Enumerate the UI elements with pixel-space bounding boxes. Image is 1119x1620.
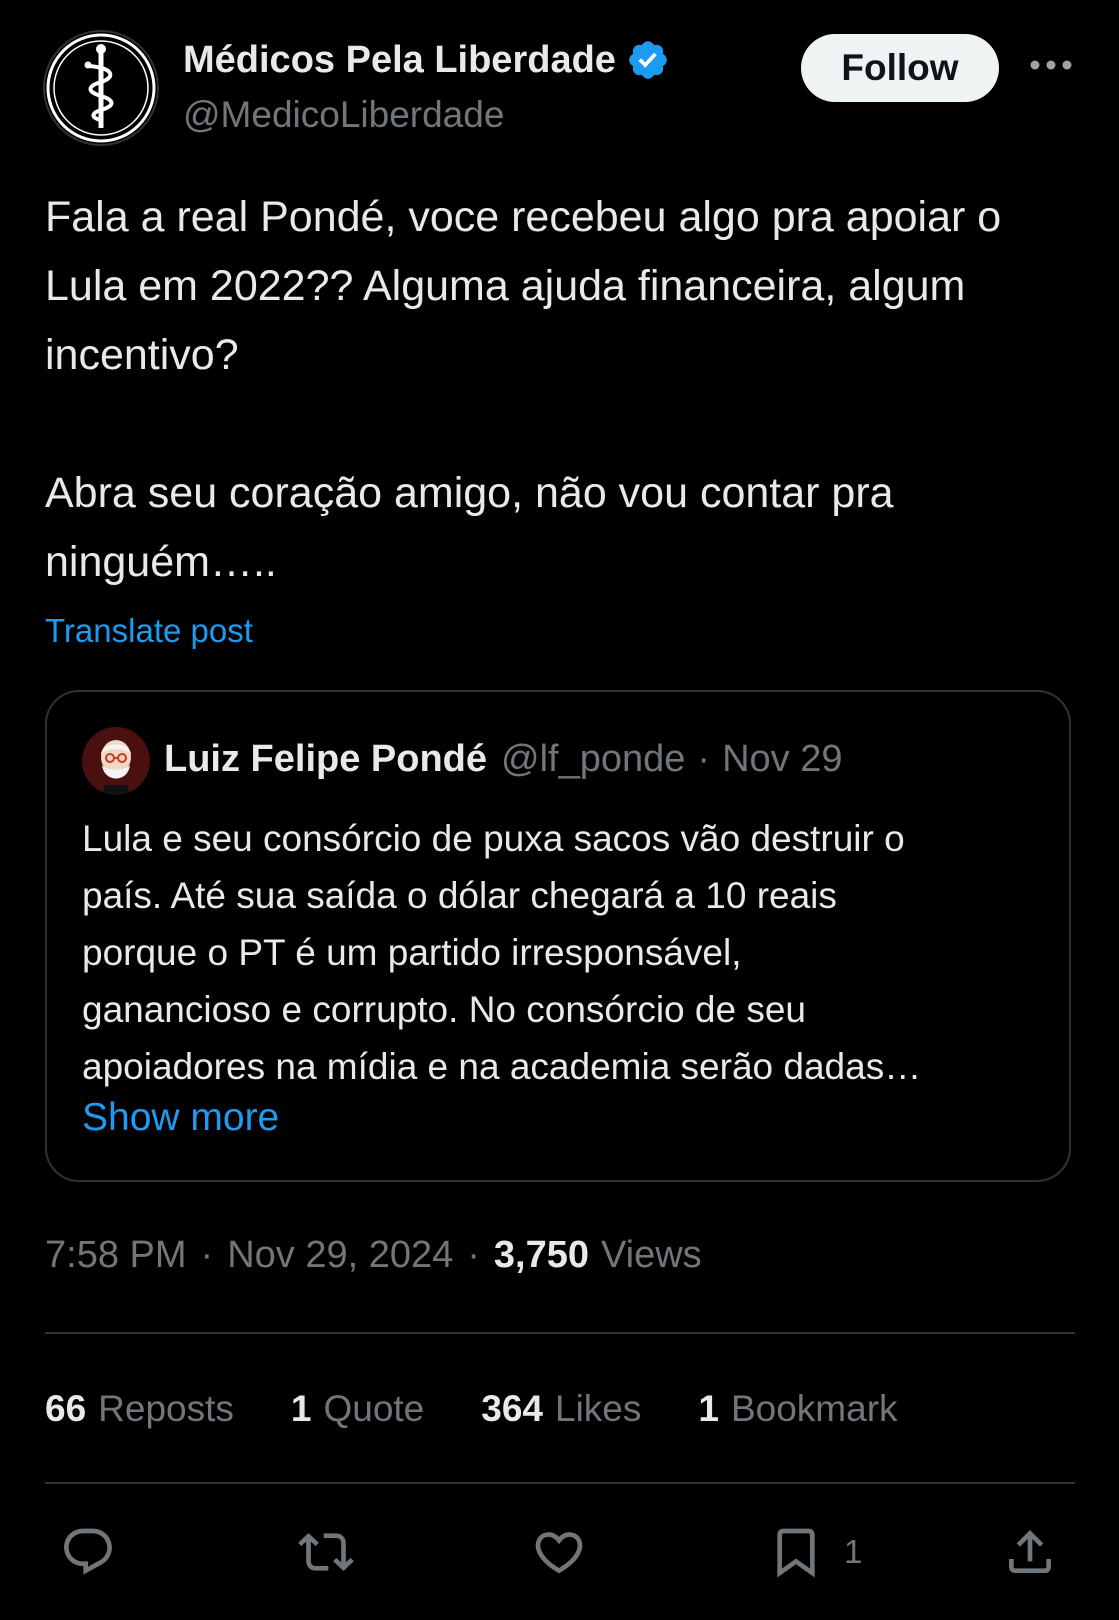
repost-button[interactable] <box>296 1524 356 1580</box>
quotes-stat[interactable]: 1 Quote <box>291 1388 424 1430</box>
quote-text-line: apoiadores na mídia e na academia serão … <box>82 1046 922 1087</box>
meta-separator: · <box>200 1234 214 1276</box>
avatar[interactable] <box>45 32 157 144</box>
reply-button[interactable] <box>60 1524 116 1580</box>
likes-label: Likes <box>555 1388 642 1429</box>
bookmarks-count: 1 <box>698 1388 719 1429</box>
quote-text-line: país. Até sua saída o dólar chegará a 10… <box>82 875 837 916</box>
reposts-label: Reposts <box>98 1388 234 1429</box>
share-button[interactable] <box>1002 1524 1058 1580</box>
post: Médicos Pela Liberdade @MedicoLiberdade … <box>0 0 1119 1620</box>
post-time[interactable]: 7:58 PM <box>45 1234 187 1277</box>
translate-post-link[interactable]: Translate post <box>45 612 253 650</box>
share-icon <box>1009 1530 1051 1573</box>
bookmarks-label: Bookmark <box>730 1388 898 1429</box>
reposts-stat[interactable]: 66 Reposts <box>45 1388 234 1430</box>
verified-badge-icon[interactable] <box>626 38 670 82</box>
show-more-link[interactable]: Show more <box>82 1096 279 1140</box>
quote-avatar[interactable] <box>82 727 150 795</box>
bookmark-icon <box>777 1528 815 1578</box>
quote-date[interactable]: Nov 29 <box>722 738 842 781</box>
heart-icon <box>535 1532 583 1574</box>
author-name-row: Médicos Pela Liberdade <box>183 38 670 82</box>
divider <box>45 1332 1075 1334</box>
quote-text-line: ganancioso e corrupto. No consórcio de s… <box>82 989 806 1030</box>
quote-text-line: Lula e seu consórcio de puxa sacos vão d… <box>82 818 905 859</box>
bookmark-button[interactable]: 1 <box>768 1524 862 1580</box>
quote-header: Luiz Felipe Pondé @lf_ponde · Nov 29 <box>164 738 842 781</box>
divider <box>45 1482 1075 1484</box>
quote-author-name[interactable]: Luiz Felipe Pondé <box>164 738 487 781</box>
quote-author-handle[interactable]: @lf_ponde <box>501 738 685 781</box>
quote-avatar-illustration <box>82 727 150 795</box>
quotes-label: Quote <box>323 1388 425 1429</box>
likes-stat[interactable]: 364 Likes <box>481 1388 641 1430</box>
quote-separator: · <box>697 738 711 780</box>
quotes-count: 1 <box>290 1388 312 1429</box>
views-count: 3,750 <box>493 1234 589 1276</box>
bookmarks-stat[interactable]: 1 Bookmark <box>698 1388 897 1430</box>
post-date[interactable]: Nov 29, 2024 <box>227 1234 453 1277</box>
follow-button[interactable]: Follow <box>801 34 999 102</box>
quote-text: Lula e seu consórcio de puxa sacos vão d… <box>82 810 1042 1095</box>
meta-separator: · <box>467 1234 480 1276</box>
post-header: Médicos Pela Liberdade @MedicoLiberdade … <box>45 32 1075 148</box>
bookmark-count: 1 <box>844 1533 863 1570</box>
reposts-count: 66 <box>45 1388 87 1429</box>
likes-count: 364 <box>481 1388 543 1429</box>
engagement-stats: 66 Reposts 1 Quote 364 Likes 1 Bookmark <box>45 1388 955 1430</box>
reply-icon <box>64 1528 112 1575</box>
more-options-icon[interactable] <box>1027 50 1075 80</box>
quoted-post-card[interactable]: Luiz Felipe Pondé @lf_ponde · Nov 29 Lul… <box>45 690 1071 1182</box>
repost-icon <box>298 1533 354 1571</box>
views-label: Views <box>601 1234 702 1276</box>
post-meta: 7:58 PM · Nov 29, 2024 · 3,750 Views <box>45 1234 702 1277</box>
quote-text-line: porque o PT é um partido irresponsável, <box>82 932 742 973</box>
author-name[interactable]: Médicos Pela Liberdade <box>183 39 616 82</box>
caduceus-logo <box>46 33 156 143</box>
like-button[interactable] <box>530 1524 588 1580</box>
author-handle[interactable]: @MedicoLiberdade <box>183 94 504 136</box>
post-text: Fala a real Pondé, voce recebeu algo pra… <box>45 193 1002 586</box>
